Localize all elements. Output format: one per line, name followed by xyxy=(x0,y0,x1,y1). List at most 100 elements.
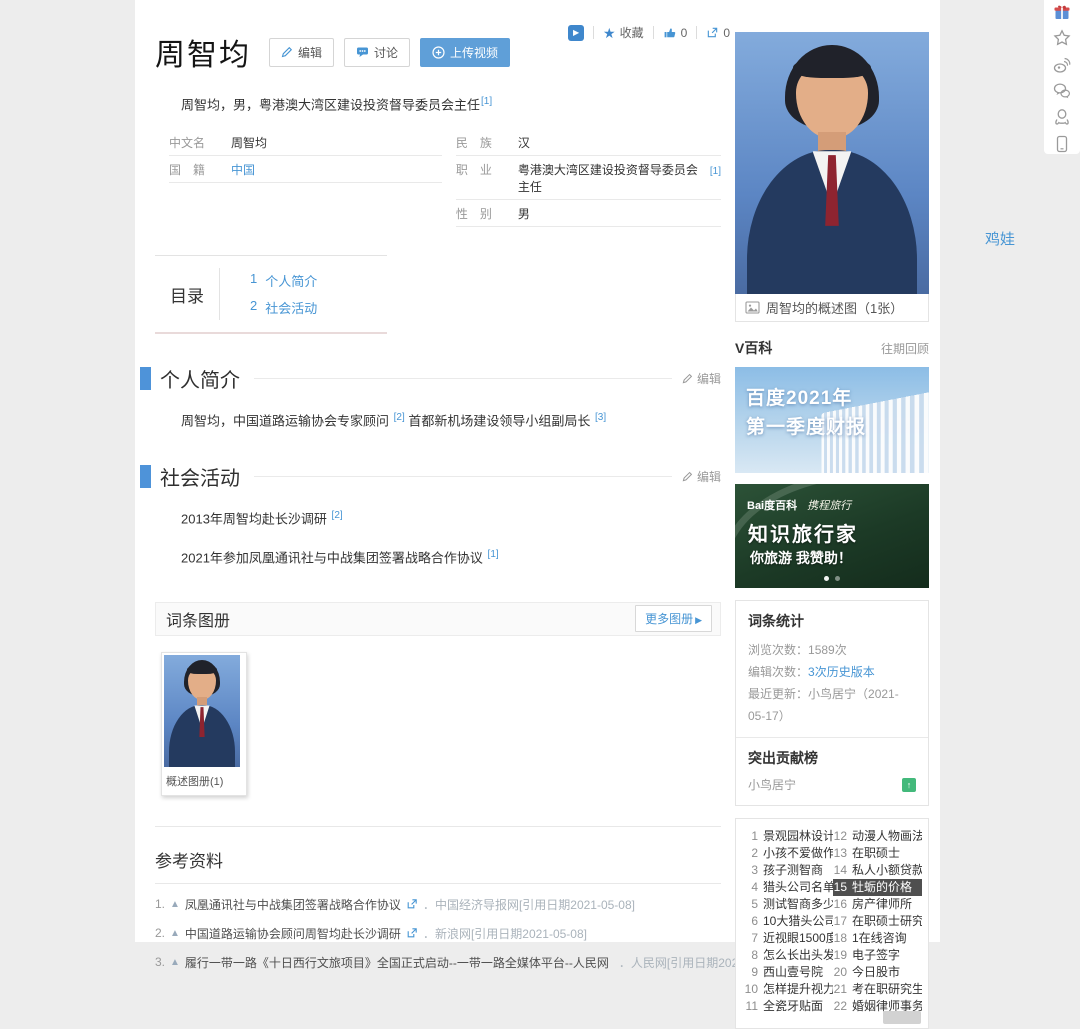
activity-paragraph: 2021年参加凤凰通讯社与中战集团签署战略合作协议 [1] xyxy=(155,547,721,569)
reference-link[interactable]: 履行一带一路《十日西行文旅项目》全国正式启动--一带一路全媒体平台--人民网 xyxy=(185,954,609,971)
hot-item[interactable]: 7 近视眼1500度 xyxy=(744,930,833,947)
album-gallery: 概述图册(1) xyxy=(161,652,721,796)
section-header-profile: 个人简介 编辑 xyxy=(140,364,721,393)
hot-item-label: 10大猎头公司 xyxy=(763,913,833,930)
hot-item[interactable]: 6 10大猎头公司 xyxy=(744,913,833,930)
profile-photo[interactable] xyxy=(735,32,929,294)
toc-item[interactable]: 1 个人简介 xyxy=(250,271,317,290)
hot-item[interactable]: 16 房产律师所 xyxy=(833,896,922,913)
section-title: 社会活动 xyxy=(160,462,240,491)
upload-video-button[interactable]: 上传视频 xyxy=(420,38,510,67)
hot-item[interactable]: 10 怎样提升视力 xyxy=(744,981,833,998)
hot-item-label: 小孩不爱做作 xyxy=(763,845,833,862)
updater-link[interactable]: 小鸟居宁 xyxy=(808,687,856,701)
vbaike-banner[interactable]: 百度2021年 第一季度财报 xyxy=(735,367,929,473)
reference-sup[interactable]: [1] xyxy=(481,96,492,107)
hot-item[interactable]: 11 全瓷牙贴面 xyxy=(744,998,833,1015)
reference-sup[interactable]: [1] xyxy=(710,166,721,177)
stat-update: 最近更新：小鸟居宁（2021-05-17） xyxy=(748,683,916,727)
hot-item[interactable]: 15 牡蛎的价格 xyxy=(833,879,922,896)
ad-label-badge xyxy=(883,1011,921,1024)
favorite-star-icon[interactable] xyxy=(1051,28,1073,48)
vbaike-past-link[interactable]: 往期回顾 xyxy=(881,340,929,357)
hot-item-rank: 9 xyxy=(744,964,758,981)
hot-item-label: 房产律师所 xyxy=(852,896,912,913)
info-row: 国 籍 中国 xyxy=(169,156,442,183)
citation-anchor-icon[interactable]: ▲ xyxy=(170,928,180,939)
hot-item[interactable]: 3 孩子测智商 xyxy=(744,862,833,879)
mobile-view-icon[interactable] xyxy=(1051,134,1073,154)
hot-item[interactable]: 13 在职硕士 xyxy=(833,845,922,862)
hot-item[interactable]: 21 考在职研究生 xyxy=(833,981,922,998)
star-icon: ★ xyxy=(603,26,616,40)
gallery-card[interactable]: 概述图册(1) xyxy=(161,652,247,796)
table-of-contents: 目录 1 个人简介 2 社会活动 xyxy=(155,255,387,334)
floating-hotword-link[interactable]: 鸡娃 xyxy=(985,228,1015,249)
pencil-icon xyxy=(682,471,693,482)
carousel-dots[interactable] xyxy=(824,576,840,581)
edit-entry-button[interactable]: 编辑 xyxy=(269,38,334,67)
hot-item[interactable]: 20 今日股市 xyxy=(833,964,922,981)
hot-item-label: 孩子测智商 xyxy=(763,862,823,879)
external-link-icon[interactable] xyxy=(406,898,418,910)
info-value: 周智均 xyxy=(231,134,267,151)
hot-item[interactable]: 19 电子签字 xyxy=(833,947,922,964)
history-versions-link[interactable]: 3次历史版本 xyxy=(808,665,875,679)
contributor-badge-icon: ↑ xyxy=(902,778,916,792)
weibo-share-icon[interactable] xyxy=(1051,55,1073,75)
hot-item[interactable]: 1 景观园林设计 xyxy=(744,828,833,845)
citation-anchor-icon[interactable]: ▲ xyxy=(170,899,180,910)
hot-item[interactable]: 2 小孩不爱做作 xyxy=(744,845,833,862)
hot-item[interactable]: 5 测试智商多少 xyxy=(744,896,833,913)
section-divider-line xyxy=(254,476,672,477)
share-button[interactable]: 0 xyxy=(706,26,730,40)
ctrip-logo: 携程旅行 xyxy=(807,497,851,513)
section-edit-link[interactable]: 编辑 xyxy=(682,370,721,387)
hot-item[interactable]: 14 私人小额贷款 xyxy=(833,862,922,879)
more-albums-button[interactable]: 更多图册▶ xyxy=(635,605,712,632)
hot-item[interactable]: 17 在职硕士研究 xyxy=(833,913,922,930)
hot-item[interactable]: 12 动漫人物画法 xyxy=(833,828,922,845)
toc-title: 目录 xyxy=(155,268,220,320)
activity-paragraph: 2013年周智均赴长沙调研 [2] xyxy=(155,508,721,530)
hot-item[interactable]: 8 怎么长出头发 xyxy=(744,947,833,964)
reference-link[interactable]: 中国道路运输协会顾问周智均赴长沙调研 xyxy=(185,925,401,942)
contributor-link[interactable]: 小鸟居宁 xyxy=(748,776,796,793)
info-value: 粤港澳大湾区建设投资督导委员会主任 xyxy=(518,161,709,195)
hot-item-label: 近视眼1500度 xyxy=(763,930,833,947)
gift-activity-icon[interactable] xyxy=(1051,2,1073,22)
hot-item-rank: 14 xyxy=(833,862,847,879)
ad-banner-travel[interactable]: Bai度百科 携程旅行 知识旅行家 你旅游 我赞助！ xyxy=(735,484,929,588)
separator xyxy=(696,26,697,39)
reference-sup[interactable]: [3] xyxy=(595,412,606,423)
hot-item[interactable]: 9 西山壹号院 xyxy=(744,964,833,981)
external-link-icon[interactable] xyxy=(406,927,418,939)
photo-caption-bar[interactable]: 周智均的概述图（1张） xyxy=(735,294,929,322)
hot-item-rank: 10 xyxy=(744,981,758,998)
hot-item-rank: 5 xyxy=(744,896,758,913)
hot-item-rank: 12 xyxy=(833,828,847,845)
reference-link[interactable]: 凤凰通讯社与中战集团签署战略合作协议 xyxy=(185,896,401,913)
reference-sup[interactable]: [1] xyxy=(488,549,499,560)
toc-item-num: 2 xyxy=(250,298,257,317)
like-button[interactable]: 0 xyxy=(663,26,688,40)
info-label: 民 族 xyxy=(456,134,518,151)
toc-item[interactable]: 2 社会活动 xyxy=(250,298,317,317)
reference-source: ．中国经济导报网[引用日期2021-05-08] xyxy=(423,896,635,913)
references-list: 1. ▲ 凤凰通讯社与中战集团签署战略合作协议 ．中国经济导报网[引用日期202… xyxy=(155,896,721,971)
hot-item[interactable]: 4 猎头公司名单 xyxy=(744,879,833,896)
hot-item[interactable]: 18 1在线咨询 xyxy=(833,930,922,947)
discuss-button[interactable]: 讨论 xyxy=(344,38,410,67)
wechat-share-icon[interactable] xyxy=(1051,81,1073,101)
reference-sup[interactable]: [2] xyxy=(394,412,405,423)
info-label: 中文名 xyxy=(169,134,231,151)
play-entry-button[interactable]: ▶ xyxy=(568,25,584,41)
hot-item-rank: 1 xyxy=(744,828,758,845)
qq-share-icon[interactable] xyxy=(1051,107,1073,127)
section-edit-link[interactable]: 编辑 xyxy=(682,468,721,485)
citation-anchor-icon[interactable]: ▲ xyxy=(170,957,180,968)
vbaike-title: V百科 xyxy=(735,338,772,358)
info-row: 中文名 周智均 xyxy=(169,129,442,156)
favorite-button[interactable]: ★收藏 xyxy=(603,24,644,41)
reference-sup[interactable]: [2] xyxy=(332,510,343,521)
